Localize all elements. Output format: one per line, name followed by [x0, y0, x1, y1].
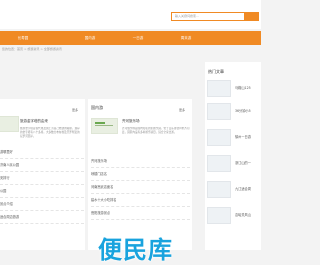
left-featured-title[interactable]: 旅游金字塔的由来 [20, 119, 48, 124]
mid-list-item[interactable]: 建水十大小吃排名 [91, 194, 190, 207]
breadcrumb: 您的位置：首页 > 旅游资讯 > 全部旅游资讯 [2, 47, 62, 51]
hot-item[interactable]: 36分钟小5 [207, 103, 257, 120]
left-featured-thumb[interactable] [0, 116, 19, 132]
left-list-item[interactable]: 济南人民公园 [0, 159, 84, 172]
mid-list-item[interactable]: 齐河旅乐场 [91, 155, 190, 168]
mid-featured-title[interactable]: 齐河旅乐场 [122, 119, 140, 124]
search-button[interactable] [245, 12, 259, 21]
hot-item[interactable]: 九江适合周 [207, 181, 257, 198]
hot-thumb[interactable] [207, 155, 231, 172]
hot-title[interactable]: 马鞍山125 [235, 85, 251, 90]
hot-title[interactable]: 浙江山的一 [235, 160, 251, 165]
hot-thumb[interactable] [207, 80, 231, 97]
left-list-item[interactable]: 公园 [0, 185, 84, 198]
hot-item[interactable]: 浙江山的一 [207, 155, 257, 172]
site-watermark: 便民库 [98, 236, 173, 264]
hot-title[interactable]: 36分钟小5 [235, 108, 251, 113]
left-list-item[interactable]: 景点介绍 [0, 198, 84, 211]
nav-item-3[interactable]: 一日游 [118, 31, 158, 45]
mid-featured-desc: 齐河旅乐场是国内知名的主题乐园，位于山东省德州市齐河县，园区内设有多种游乐项目，… [122, 127, 190, 135]
hot-item[interactable]: 马鞍山125 [207, 80, 257, 97]
left-article-panel: 更多 旅游金字塔的由来 旅游金字塔是古代埃及国王为自己修建的陵墓，现存的金字塔有… [0, 99, 85, 250]
hot-item[interactable]: 嘉峪关风山 [207, 207, 257, 224]
top-header: 输入关键词搜索... [0, 0, 261, 29]
hot-thumb[interactable] [207, 103, 231, 120]
search-input[interactable]: 输入关键词搜索... [171, 12, 245, 21]
mid-featured-thumb[interactable] [91, 118, 118, 134]
left-list-item[interactable]: 适合周边旅游 [0, 211, 84, 224]
hot-panel-title: 热门文章 [208, 69, 224, 74]
mid-panel-title: 国内游 [91, 105, 103, 110]
left-featured-desc: 旅游金字塔是古代埃及国王为自己修建的陵墓，现存的金字塔有八十多座，大多数分布在埃… [20, 127, 80, 139]
hot-title[interactable]: 九江适合周 [235, 186, 251, 191]
mid-list-item[interactable]: 琼楼门店名 [91, 168, 190, 181]
mid-list-item[interactable]: 嵩阳旅游景点 [91, 207, 190, 220]
hot-thumb[interactable] [207, 207, 231, 224]
hot-thumb[interactable] [207, 181, 231, 198]
left-list-item[interactable]: 游哪里好 [0, 146, 84, 159]
nav-item-1[interactable]: 长寿园 [0, 31, 46, 45]
hot-title[interactable]: 徐州一日游 [235, 134, 251, 139]
hot-thumb[interactable] [207, 129, 231, 146]
nav-item-4[interactable]: 周末游 [166, 31, 206, 45]
mid-article-panel: 国内游 更多 齐河旅乐场 齐河旅乐场是国内知名的主题乐园，位于山东省德州市齐河县… [88, 99, 192, 250]
left-more-link[interactable]: 更多 [72, 108, 78, 112]
left-list-item[interactable]: 安排行 [0, 172, 84, 185]
hot-item[interactable]: 徐州一日游 [207, 129, 257, 146]
main-nav: 长寿园 国内游 一日游 周末游 [0, 31, 261, 45]
mid-more-link[interactable]: 更多 [179, 108, 185, 112]
hot-title[interactable]: 嘉峪关风山 [235, 212, 251, 217]
mid-list-item[interactable]: 河南嵩武店面名 [91, 181, 190, 194]
nav-item-2[interactable]: 国内游 [72, 31, 108, 45]
